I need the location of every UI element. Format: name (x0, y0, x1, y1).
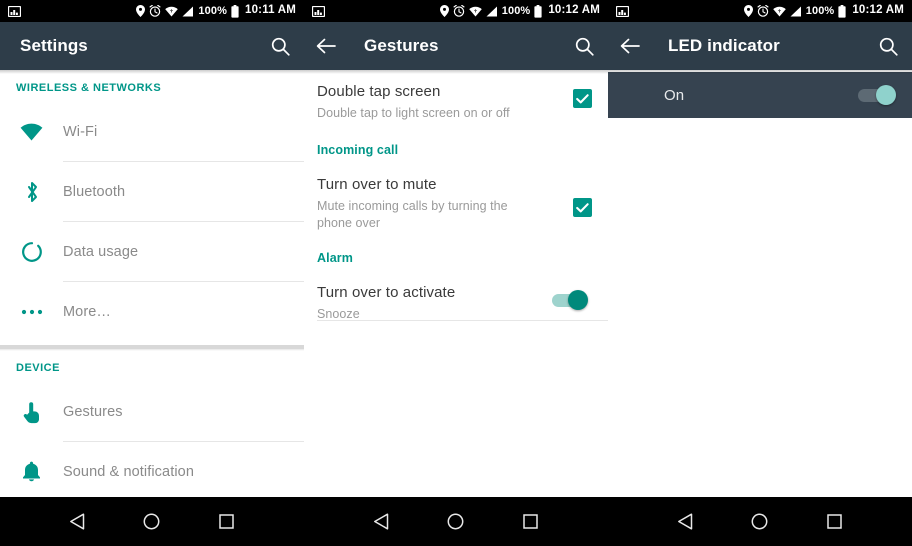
status-bar-panel-3: 100% 10:12 AM (608, 0, 912, 22)
back-triangle-icon[interactable] (665, 497, 705, 546)
toolbar-gestures: Gestures (304, 22, 608, 70)
divider (317, 320, 608, 321)
toolbar-settings: Settings (0, 22, 304, 70)
recents-square-icon[interactable] (815, 497, 855, 546)
nav-panel-2 (304, 497, 608, 546)
clock-label: 10:12 AM (548, 4, 600, 17)
battery-full-icon (231, 4, 239, 18)
sidebar-item-gestures[interactable]: Gestures (0, 382, 304, 442)
sidebar-item-label: Bluetooth (63, 184, 126, 200)
switch-turn-over-to-activate[interactable] (552, 290, 588, 310)
sidebar-item-label: Data usage (63, 244, 139, 260)
wifi-icon (468, 6, 482, 17)
clock-label: 10:11 AM (244, 4, 296, 17)
battery-percent-label: 100% (198, 4, 227, 17)
back-triangle-icon[interactable] (57, 497, 97, 546)
page-title: LED indicator (668, 36, 780, 55)
toolbar-led-indicator: LED indicator (608, 22, 912, 70)
screenshot-root: 100% 10:11 AM 100% 10:12 AM 100% 10:12 A… (0, 0, 912, 546)
sidebar-item-label: Sound & notification (63, 464, 194, 480)
search-icon[interactable] (864, 22, 912, 70)
section-header-device: DEVICE (16, 362, 60, 374)
status-bar-panel-1: 100% 10:11 AM (0, 0, 304, 22)
more-dots-icon (0, 309, 63, 315)
category-header-incoming-call: Incoming call (317, 143, 399, 158)
battery-full-icon (838, 4, 846, 18)
hand-pointer-icon (0, 400, 63, 424)
sidebar-item-label: More… (63, 304, 112, 320)
pref-subtitle: Mute incoming calls by turning the phone… (317, 199, 508, 230)
signal-icon (486, 6, 498, 17)
page-title: Settings (20, 36, 88, 55)
led-on-row[interactable]: On (608, 72, 912, 118)
pref-turn-over-to-activate[interactable]: Turn over to activate Snooze (304, 271, 608, 322)
sidebar-item-data-usage[interactable]: Data usage (0, 222, 304, 282)
status-bar: 100% 10:11 AM 100% 10:12 AM 100% 10:12 A… (0, 0, 912, 22)
wifi-icon (165, 6, 179, 17)
pref-double-tap-screen[interactable]: Double tap screen Double tap to light sc… (304, 70, 608, 121)
search-icon[interactable] (560, 22, 608, 70)
wifi-icon (772, 6, 786, 17)
switch-thumb (876, 85, 896, 105)
back-triangle-icon[interactable] (361, 497, 401, 546)
toolbar-strip: Settings Gestures LED indicator (0, 22, 912, 70)
image-icon (312, 5, 325, 17)
pref-title: Turn over to mute (317, 176, 437, 194)
image-icon (616, 5, 629, 17)
data-usage-icon (0, 241, 63, 263)
settings-list-panel: WIRELESS & NETWORKS Wi-Fi Bluetooth Data… (0, 70, 304, 497)
sidebar-item-sound-notification[interactable]: Sound & notification (0, 442, 304, 497)
recents-square-icon[interactable] (207, 497, 247, 546)
home-circle-icon[interactable] (740, 497, 780, 546)
image-icon (8, 5, 21, 17)
navigation-bar (0, 497, 912, 546)
category-header-alarm: Alarm (317, 251, 353, 265)
pref-title: Double tap screen (317, 83, 441, 100)
section-header-wireless: WIRELESS & NETWORKS (16, 82, 162, 94)
bell-icon (0, 461, 63, 483)
bluetooth-icon (0, 180, 63, 204)
pref-subtitle: Double tap to light screen on or off (317, 105, 510, 120)
signal-icon (182, 6, 194, 17)
battery-full-icon (534, 4, 542, 18)
battery-percent-label: 100% (805, 4, 835, 17)
recents-square-icon[interactable] (511, 497, 551, 546)
back-arrow-icon[interactable] (304, 22, 348, 70)
sidebar-item-more[interactable]: More… (0, 282, 304, 342)
nav-panel-1 (0, 497, 304, 546)
switch-thumb (568, 290, 588, 310)
section-separator (0, 342, 304, 352)
sidebar-item-wifi[interactable]: Wi-Fi (0, 102, 304, 162)
led-indicator-panel: On (608, 70, 912, 497)
status-bar-panel-2: 100% 10:12 AM (304, 0, 608, 22)
switch-led-indicator[interactable] (858, 85, 896, 105)
gestures-panel: Double tap screen Double tap to light sc… (304, 70, 608, 497)
location-icon (136, 5, 146, 17)
search-icon[interactable] (256, 22, 304, 70)
led-on-label: On (664, 86, 685, 104)
panels-region: WIRELESS & NETWORKS Wi-Fi Bluetooth Data… (0, 70, 912, 497)
location-icon (743, 5, 753, 17)
back-arrow-icon[interactable] (608, 22, 652, 70)
location-icon (439, 5, 449, 17)
pref-turn-over-to-mute[interactable]: Turn over to mute Mute incoming calls by… (304, 163, 608, 231)
alarm-icon (453, 5, 465, 17)
sidebar-item-bluetooth[interactable]: Bluetooth (0, 162, 304, 222)
checkbox-turn-over-to-mute[interactable] (573, 198, 592, 218)
alarm-icon (757, 5, 769, 17)
checkbox-double-tap-screen[interactable] (573, 89, 592, 108)
battery-percent-label: 100% (501, 4, 531, 17)
signal-icon (790, 6, 802, 17)
home-circle-icon[interactable] (436, 497, 476, 546)
pref-title: Turn over to activate (317, 284, 456, 301)
sidebar-item-label: Gestures (63, 404, 123, 420)
sidebar-item-label: Wi-Fi (63, 124, 98, 140)
alarm-icon (149, 5, 161, 17)
nav-panel-3 (608, 497, 912, 546)
home-circle-icon[interactable] (132, 497, 172, 546)
wifi-icon (0, 123, 63, 142)
page-title: Gestures (364, 36, 439, 55)
clock-label: 10:12 AM (852, 4, 904, 17)
